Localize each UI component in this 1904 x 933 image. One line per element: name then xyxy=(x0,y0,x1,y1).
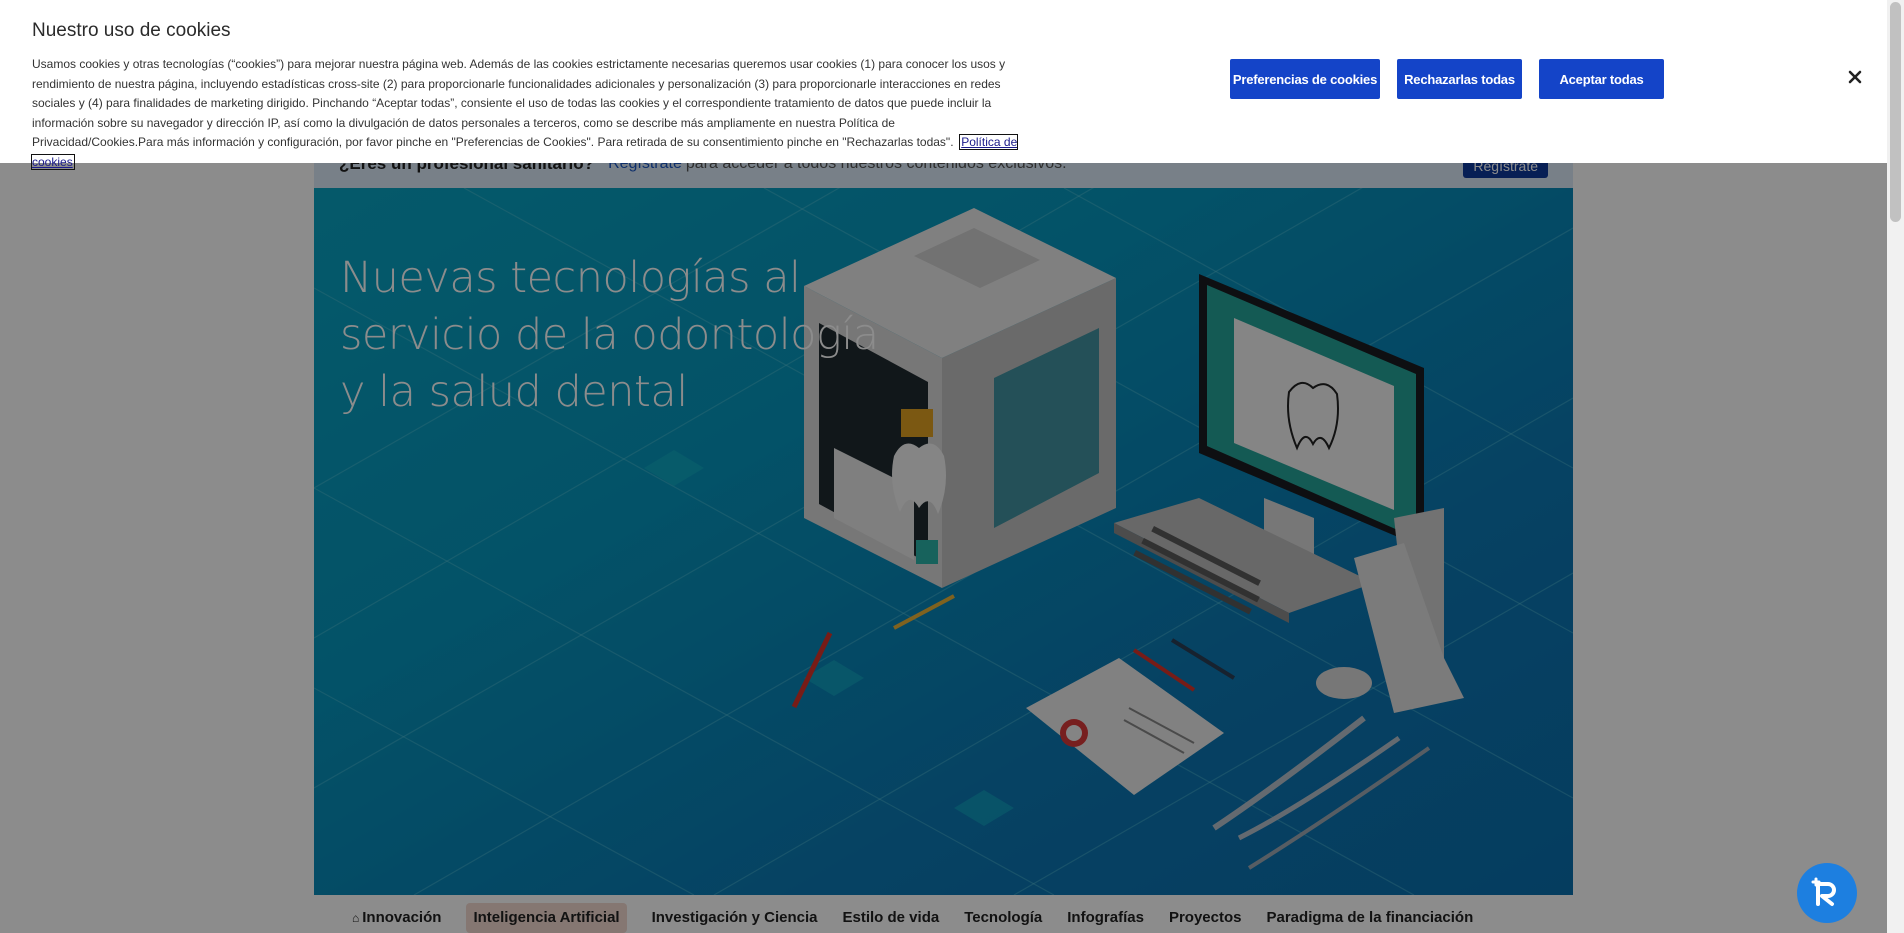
accept-all-button[interactable]: Aceptar todas xyxy=(1539,59,1664,99)
scrollbar-thumb[interactable] xyxy=(1890,2,1901,222)
cookie-description: Usamos cookies y otras tecnologías (“coo… xyxy=(32,57,1006,150)
scrollbar[interactable] xyxy=(1887,0,1904,933)
chat-assistant-button[interactable] xyxy=(1797,863,1857,923)
cookie-title: Nuestro uso de cookies xyxy=(32,20,231,41)
close-icon[interactable] xyxy=(1844,66,1866,88)
reject-all-button[interactable]: Rechazarlas todas xyxy=(1397,59,1522,99)
cookie-text: Usamos cookies y otras tecnologías (“coo… xyxy=(30,55,1022,173)
cookie-preferences-button[interactable]: Preferencias de cookies xyxy=(1230,59,1380,99)
cookie-banner: Nuestro uso de cookies Usamos cookies y … xyxy=(0,0,1887,170)
r-logo-icon xyxy=(1811,877,1836,906)
